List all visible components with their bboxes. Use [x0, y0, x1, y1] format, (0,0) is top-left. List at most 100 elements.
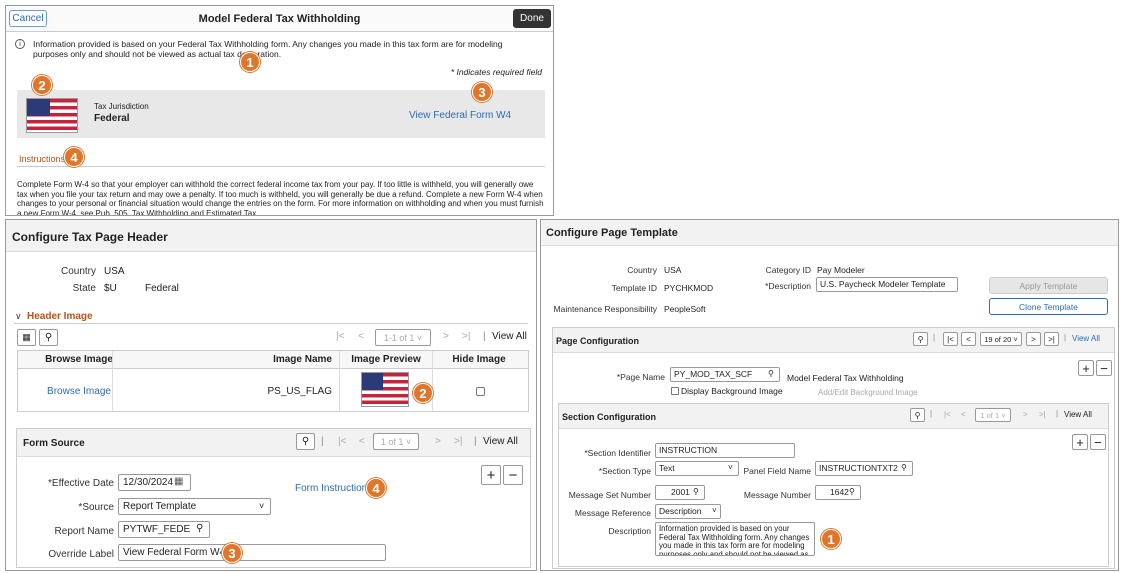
search-icon[interactable]: ⚲ — [296, 433, 315, 450]
search-icon[interactable]: ⚲ — [849, 487, 855, 496]
view-all-link[interactable]: View All — [483, 436, 518, 447]
prev-page-icon[interactable]: < — [961, 332, 976, 346]
add-row-button[interactable]: + — [1072, 434, 1088, 450]
pager-text: 1 of 1 — [380, 436, 404, 447]
form-instructions-link[interactable]: Form Instructions — [295, 483, 372, 494]
header-image-pager[interactable]: 1-1 of 1 ˅ — [375, 329, 431, 346]
separator: | — [1056, 409, 1059, 418]
delete-row-button[interactable]: − — [1096, 360, 1112, 376]
apply-template-button[interactable]: Apply Template — [989, 277, 1108, 294]
description-input[interactable]: U.S. Paycheck Modeler Template — [816, 277, 958, 292]
search-icon[interactable]: ⚲ — [901, 463, 907, 472]
next-page-icon[interactable]: > — [435, 436, 441, 447]
section-type-label: *Section Type — [598, 466, 651, 476]
message-set-label: Message Set Number — [568, 490, 651, 500]
header-image-divider — [14, 323, 528, 324]
badge-4: 4 — [366, 478, 386, 498]
page-name-label: *Page Name — [616, 372, 665, 382]
next-page-icon[interactable]: > — [1023, 410, 1028, 419]
badge-4: 4 — [64, 147, 84, 167]
view-all-link[interactable]: View All — [1064, 410, 1092, 419]
category-value: Pay Modeler — [817, 265, 865, 275]
override-label-input[interactable]: View Federal Form W4 — [118, 544, 386, 561]
badge-3: 3 — [222, 543, 242, 563]
panel-field-input[interactable]: INSTRUCTIONTXT2 — [815, 461, 913, 476]
description-label: Description — [608, 526, 651, 536]
source-select[interactable]: Report Template — [118, 498, 271, 515]
category-label: Category ID — [765, 265, 811, 275]
search-icon[interactable]: ⚲ — [768, 369, 774, 378]
maint-label: Maintenance Responsibility — [553, 304, 657, 314]
first-page-icon[interactable]: |< — [944, 410, 951, 419]
last-page-icon[interactable]: >| — [462, 331, 470, 342]
country-label: Country — [627, 265, 657, 275]
col-divider-1 — [112, 351, 113, 411]
delete-row-button[interactable]: − — [1090, 434, 1106, 450]
view-all-link[interactable]: View All — [492, 331, 527, 342]
search-icon[interactable]: ⚲ — [913, 332, 928, 346]
jurisdiction-value: Federal — [94, 113, 130, 124]
first-page-icon[interactable]: |< — [943, 332, 958, 346]
template-id-label: Template ID — [611, 283, 657, 293]
bg-image-link[interactable]: Add/Edit Background Image — [818, 388, 918, 397]
search-icon[interactable]: ⚲ — [196, 523, 203, 534]
description-textarea[interactable]: Information provided is based on your Fe… — [655, 522, 815, 556]
prev-page-icon[interactable]: < — [358, 331, 364, 342]
first-page-icon[interactable]: |< — [338, 436, 346, 447]
source-label: *Source — [78, 502, 114, 513]
override-label-label: Override Label — [48, 549, 114, 560]
jurisdiction-label: Tax Jurisdiction — [94, 102, 149, 111]
browse-image-link[interactable]: Browse Image — [34, 386, 124, 397]
last-page-icon[interactable]: >| — [1039, 410, 1046, 419]
section-id-label: *Section Identifier — [584, 448, 651, 458]
col-hide-image: Hide Image — [452, 354, 506, 365]
delete-row-button[interactable]: − — [503, 465, 523, 485]
page-template-panel: Configure Page Template Country USA Temp… — [540, 219, 1119, 571]
header-image-heading[interactable]: Header Image — [27, 311, 93, 322]
view-all-link[interactable]: View All — [1072, 334, 1100, 343]
calendar-icon[interactable]: ▦ — [174, 476, 183, 487]
bg-image-checkbox[interactable] — [671, 387, 679, 395]
clone-template-button[interactable]: Clone Template — [989, 298, 1108, 315]
hide-image-checkbox[interactable] — [476, 387, 485, 396]
pager-text: 1-1 of 1 — [383, 332, 415, 343]
chevron-down-icon[interactable]: ˅ — [259, 501, 264, 511]
page-config-pager[interactable]: 19 of 20 ˅ — [980, 332, 1022, 346]
form-source-pager[interactable]: 1 of 1 ˅ — [373, 433, 419, 450]
badge-3: 3 — [472, 82, 492, 102]
page-name-input[interactable]: PY_MOD_TAX_SCF — [670, 367, 780, 382]
chevron-down-icon[interactable]: ˅ — [712, 506, 717, 515]
separator: | — [1064, 333, 1067, 342]
next-page-icon[interactable]: > — [1026, 332, 1041, 346]
first-page-icon[interactable]: |< — [336, 331, 344, 342]
section-config-pager[interactable]: 1 of 1 ˅ — [975, 408, 1011, 422]
search-icon[interactable]: ⚲ — [39, 329, 58, 346]
prev-page-icon[interactable]: < — [359, 436, 365, 447]
state-value: $U — [104, 283, 117, 294]
section-type-select[interactable]: Text — [655, 461, 739, 476]
search-icon[interactable]: ⚲ — [693, 487, 699, 496]
search-icon[interactable]: ⚲ — [910, 408, 925, 422]
add-row-button[interactable]: + — [481, 465, 501, 485]
bg-image-label: Display Background Image — [681, 386, 783, 396]
col-divider-2 — [339, 351, 340, 411]
next-page-icon[interactable]: > — [443, 331, 449, 342]
grid-settings-icon[interactable]: ▦ — [17, 329, 36, 346]
section-id-input[interactable]: INSTRUCTION — [655, 443, 795, 458]
col-browse-image: Browse Image — [45, 354, 113, 365]
last-page-icon[interactable]: >| — [1044, 332, 1059, 346]
effective-date-label: *Effective Date — [48, 478, 114, 489]
badge-2: 2 — [413, 383, 433, 403]
add-row-button[interactable]: + — [1078, 360, 1094, 376]
done-button[interactable]: Done — [513, 9, 551, 28]
chevron-down-icon[interactable]: ∨ — [15, 311, 22, 322]
template-id-value: PYCHKMOD — [664, 283, 714, 293]
view-form-w4-link[interactable]: View Federal Form W4 — [409, 110, 511, 121]
message-ref-label: Message Reference — [574, 508, 651, 518]
prev-page-icon[interactable]: < — [961, 410, 966, 419]
last-page-icon[interactable]: >| — [454, 436, 462, 447]
separator: | — [933, 333, 936, 342]
image-name-value: PS_US_FLAG — [267, 386, 332, 397]
state-description: Federal — [145, 283, 179, 294]
modal-title: Model Federal Tax Withholding — [198, 13, 361, 25]
